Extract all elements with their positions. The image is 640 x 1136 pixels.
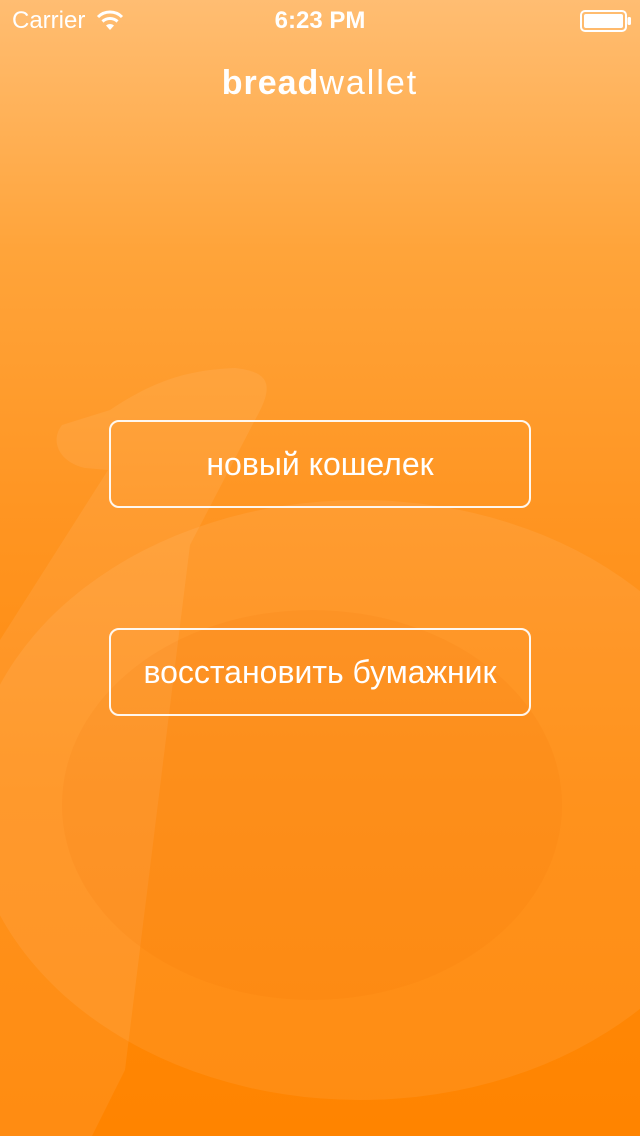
brand-logo: breadwallet [0, 62, 640, 104]
brand-logo-bread: bread [221, 64, 320, 102]
bread-logo-watermark-icon [0, 368, 640, 1136]
clock: 6:23 PM [274, 7, 366, 34]
brand-logo-wallet: wallet [319, 64, 419, 102]
status-bar: Carrier 6:23 PM [0, 0, 640, 40]
battery-icon [580, 10, 631, 32]
screen: Carrier 6:23 PM breadwallet новый кошеле… [0, 0, 640, 1136]
recover-wallet-button[interactable]: восстановить бумажник [109, 628, 531, 716]
new-wallet-button[interactable]: новый кошелек [109, 420, 531, 508]
